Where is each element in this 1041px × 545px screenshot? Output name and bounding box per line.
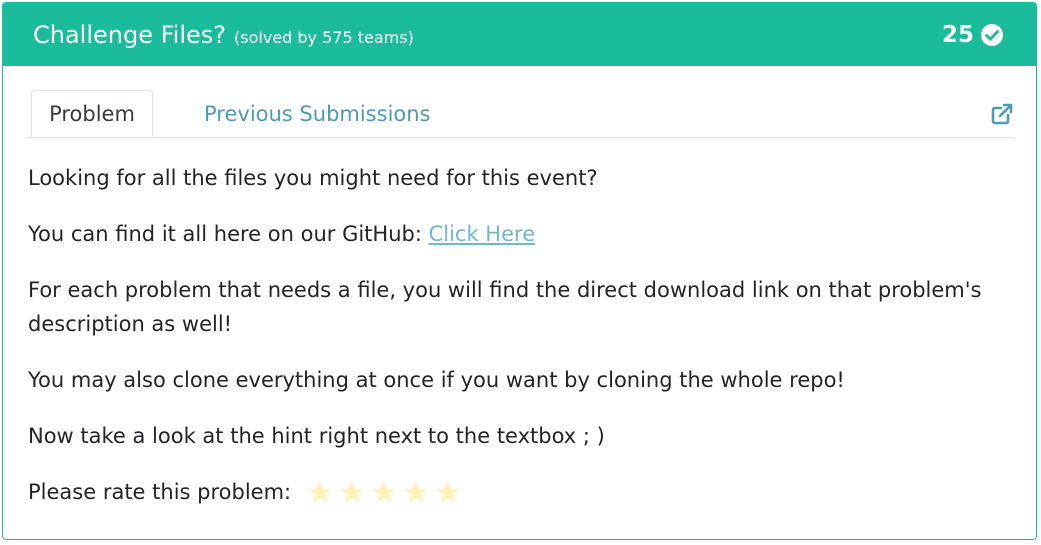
external-link-icon[interactable]: [990, 102, 1014, 126]
github-text: You can find it all here on our GitHub:: [28, 222, 429, 246]
paragraph-download: For each problem that needs a file, you …: [28, 278, 982, 336]
points-value: 25: [941, 21, 974, 48]
points-wrap: 25: [942, 22, 1004, 48]
solved-count: (solved by 575 teams): [234, 27, 414, 47]
github-link[interactable]: Click Here: [429, 222, 536, 246]
card-header: Challenge Files? (solved by 575 teams) 2…: [3, 3, 1036, 66]
problem-description: Looking for all the files you might need…: [28, 161, 988, 531]
star-rating: [307, 479, 467, 505]
paragraph-hint: Now take a look at the hint right next t…: [28, 424, 605, 448]
tab-bar: Problem Previous Submissions: [26, 90, 1014, 138]
challenge-title: Challenge Files?: [33, 20, 227, 49]
star-icon[interactable]: [339, 479, 365, 505]
tab-previous-submissions[interactable]: Previous Submissions: [204, 90, 431, 137]
star-icon[interactable]: [307, 479, 333, 505]
star-icon[interactable]: [435, 479, 461, 505]
challenge-card: Challenge Files? (solved by 575 teams) 2…: [2, 2, 1037, 540]
check-circle-icon: [980, 23, 1004, 47]
rate-label: Please rate this problem:: [28, 480, 292, 504]
star-icon[interactable]: [403, 479, 429, 505]
tab-problem[interactable]: Problem: [31, 90, 153, 137]
title-wrap: Challenge Files? (solved by 575 teams): [33, 21, 414, 49]
star-icon[interactable]: [371, 479, 397, 505]
paragraph-github: You can find it all here on our GitHub: …: [28, 217, 988, 251]
paragraph-intro: Looking for all the files you might need…: [28, 166, 598, 190]
rating-row: Please rate this problem:: [28, 475, 988, 509]
paragraph-clone: You may also clone everything at once if…: [28, 368, 845, 392]
